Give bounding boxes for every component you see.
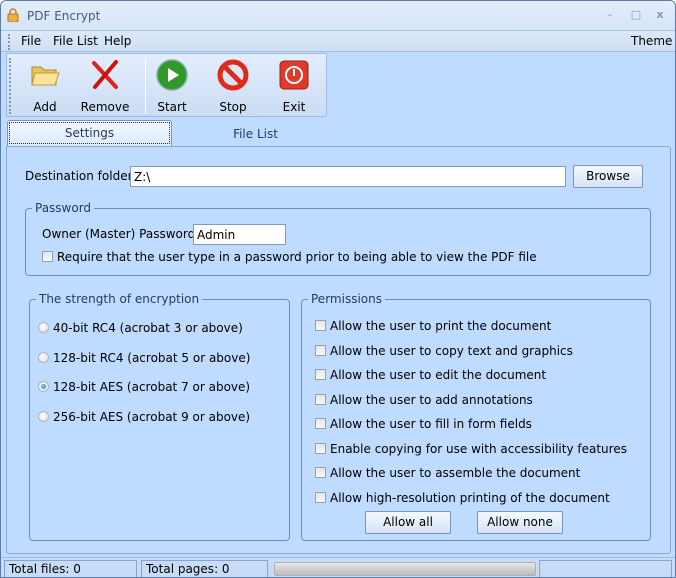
permission-checkbox[interactable] [315, 492, 326, 503]
tab-file-list[interactable]: File List [173, 123, 338, 146]
permission-checkbox[interactable] [315, 345, 326, 356]
require-user-password-label: Require that the user type in a password… [57, 249, 537, 264]
lock-icon [7, 8, 19, 22]
tab-settings[interactable]: Settings [7, 120, 172, 146]
browse-button[interactable]: Browse [573, 165, 643, 188]
permission-checkbox[interactable] [315, 320, 326, 331]
start-label: Start [157, 100, 187, 114]
permission-label: Allow the user to add annotations [330, 392, 533, 407]
permission-option[interactable]: Allow the user to edit the document [315, 367, 546, 382]
permission-label: Allow the user to print the document [330, 318, 552, 333]
close-button[interactable]: x [653, 9, 667, 21]
menu-theme[interactable]: Theme [631, 34, 672, 48]
remove-button[interactable]: Remove [75, 54, 135, 116]
menu-bar: File File List Help Theme [1, 31, 675, 52]
permission-checkbox[interactable] [315, 443, 326, 454]
encryption-group-title: The strength of encryption [36, 292, 203, 306]
add-button[interactable]: Add [15, 54, 75, 116]
permission-option[interactable]: Allow the user to fill in form fields [315, 416, 532, 431]
red-x-icon [92, 60, 118, 89]
status-cell-empty [539, 560, 672, 577]
encryption-option[interactable]: 40-bit RC4 (acrobat 3 or above) [38, 320, 243, 335]
window-title: PDF Encrypt [27, 9, 101, 23]
permissions-group-title: Permissions [308, 292, 385, 306]
owner-password-input[interactable] [193, 224, 286, 245]
stop-icon [217, 59, 249, 91]
exit-label: Exit [282, 100, 306, 114]
destination-folder-input[interactable] [130, 166, 566, 187]
encryption-radio-selected[interactable] [38, 381, 49, 392]
play-icon [156, 59, 188, 91]
permission-option[interactable]: Allow the user to assemble the document [315, 465, 580, 480]
require-user-password-checkbox[interactable] [42, 251, 53, 262]
permission-label: Allow the user to assemble the document [330, 465, 581, 480]
permission-option[interactable]: Allow high-resolution printing of the do… [315, 490, 610, 505]
menu-file-list[interactable]: File List [53, 34, 98, 48]
menu-file[interactable]: File [21, 34, 41, 48]
permission-option[interactable]: Allow the user to add annotations [315, 392, 533, 407]
permission-label: Allow the user to fill in form fields [330, 416, 532, 431]
allow-all-button[interactable]: Allow all [365, 511, 451, 534]
maximize-button[interactable]: □ [629, 9, 643, 21]
permission-label: Allow the user to copy text and graphics [330, 343, 573, 358]
password-group-title: Password [32, 201, 95, 215]
title-bar: PDF Encrypt – □ x [1, 1, 675, 31]
start-button[interactable]: Start [142, 54, 202, 116]
encryption-option-label: 128-bit AES (acrobat 7 or above) [53, 379, 251, 394]
stop-label: Stop [219, 100, 247, 114]
total-pages: Total pages: 0 [141, 560, 268, 577]
menu-grip [8, 34, 10, 50]
permission-label: Enable copying for use with accessibilit… [330, 441, 627, 456]
destination-folder-label: Destination folder: [25, 169, 137, 183]
status-bar: Total files: 0 Total pages: 0 [1, 557, 675, 577]
encryption-option-label: 256-bit AES (acrobat 9 or above) [53, 409, 251, 424]
toolbar: Add Remove Start Stop Exit [6, 53, 327, 117]
total-files: Total files: 0 [4, 560, 137, 577]
password-group: Password [25, 201, 651, 276]
permission-option[interactable]: Enable copying for use with accessibilit… [315, 441, 627, 456]
permission-option[interactable]: Allow the user to print the document [315, 318, 551, 333]
encryption-option[interactable]: 256-bit AES (acrobat 9 or above) [38, 409, 250, 424]
remove-label: Remove [80, 100, 130, 114]
owner-password-label: Owner (Master) Password: [42, 227, 200, 241]
encryption-option[interactable]: 128-bit AES (acrobat 7 or above) [38, 379, 250, 394]
require-user-password-option[interactable]: Require that the user type in a password… [42, 249, 537, 264]
encryption-option-label: 40-bit RC4 (acrobat 3 or above) [53, 320, 243, 335]
allow-none-button[interactable]: Allow none [477, 511, 563, 534]
progress-bar [274, 562, 536, 576]
menu-help[interactable]: Help [104, 34, 131, 48]
permission-label: Allow high-resolution printing of the do… [330, 490, 610, 505]
encryption-option[interactable]: 128-bit RC4 (acrobat 5 or above) [38, 350, 250, 365]
permission-checkbox[interactable] [315, 369, 326, 380]
permission-checkbox[interactable] [315, 467, 326, 478]
permission-checkbox[interactable] [315, 394, 326, 405]
toolbar-grip[interactable] [9, 58, 11, 114]
minimize-button[interactable]: – [603, 9, 617, 21]
add-label: Add [33, 100, 57, 114]
encryption-option-label: 128-bit RC4 (acrobat 5 or above) [53, 350, 251, 365]
permission-label: Allow the user to edit the document [330, 367, 547, 382]
encryption-radio[interactable] [38, 322, 49, 333]
encryption-radio[interactable] [38, 352, 49, 363]
encryption-radio[interactable] [38, 411, 49, 422]
folder-icon [31, 66, 60, 86]
app-window: PDF Encrypt – □ x File File List Help Th… [0, 0, 676, 578]
stop-button[interactable]: Stop [203, 54, 263, 116]
permission-option[interactable]: Allow the user to copy text and graphics [315, 343, 573, 358]
permission-checkbox[interactable] [315, 418, 326, 429]
power-icon [279, 60, 309, 90]
exit-button[interactable]: Exit [264, 54, 324, 116]
